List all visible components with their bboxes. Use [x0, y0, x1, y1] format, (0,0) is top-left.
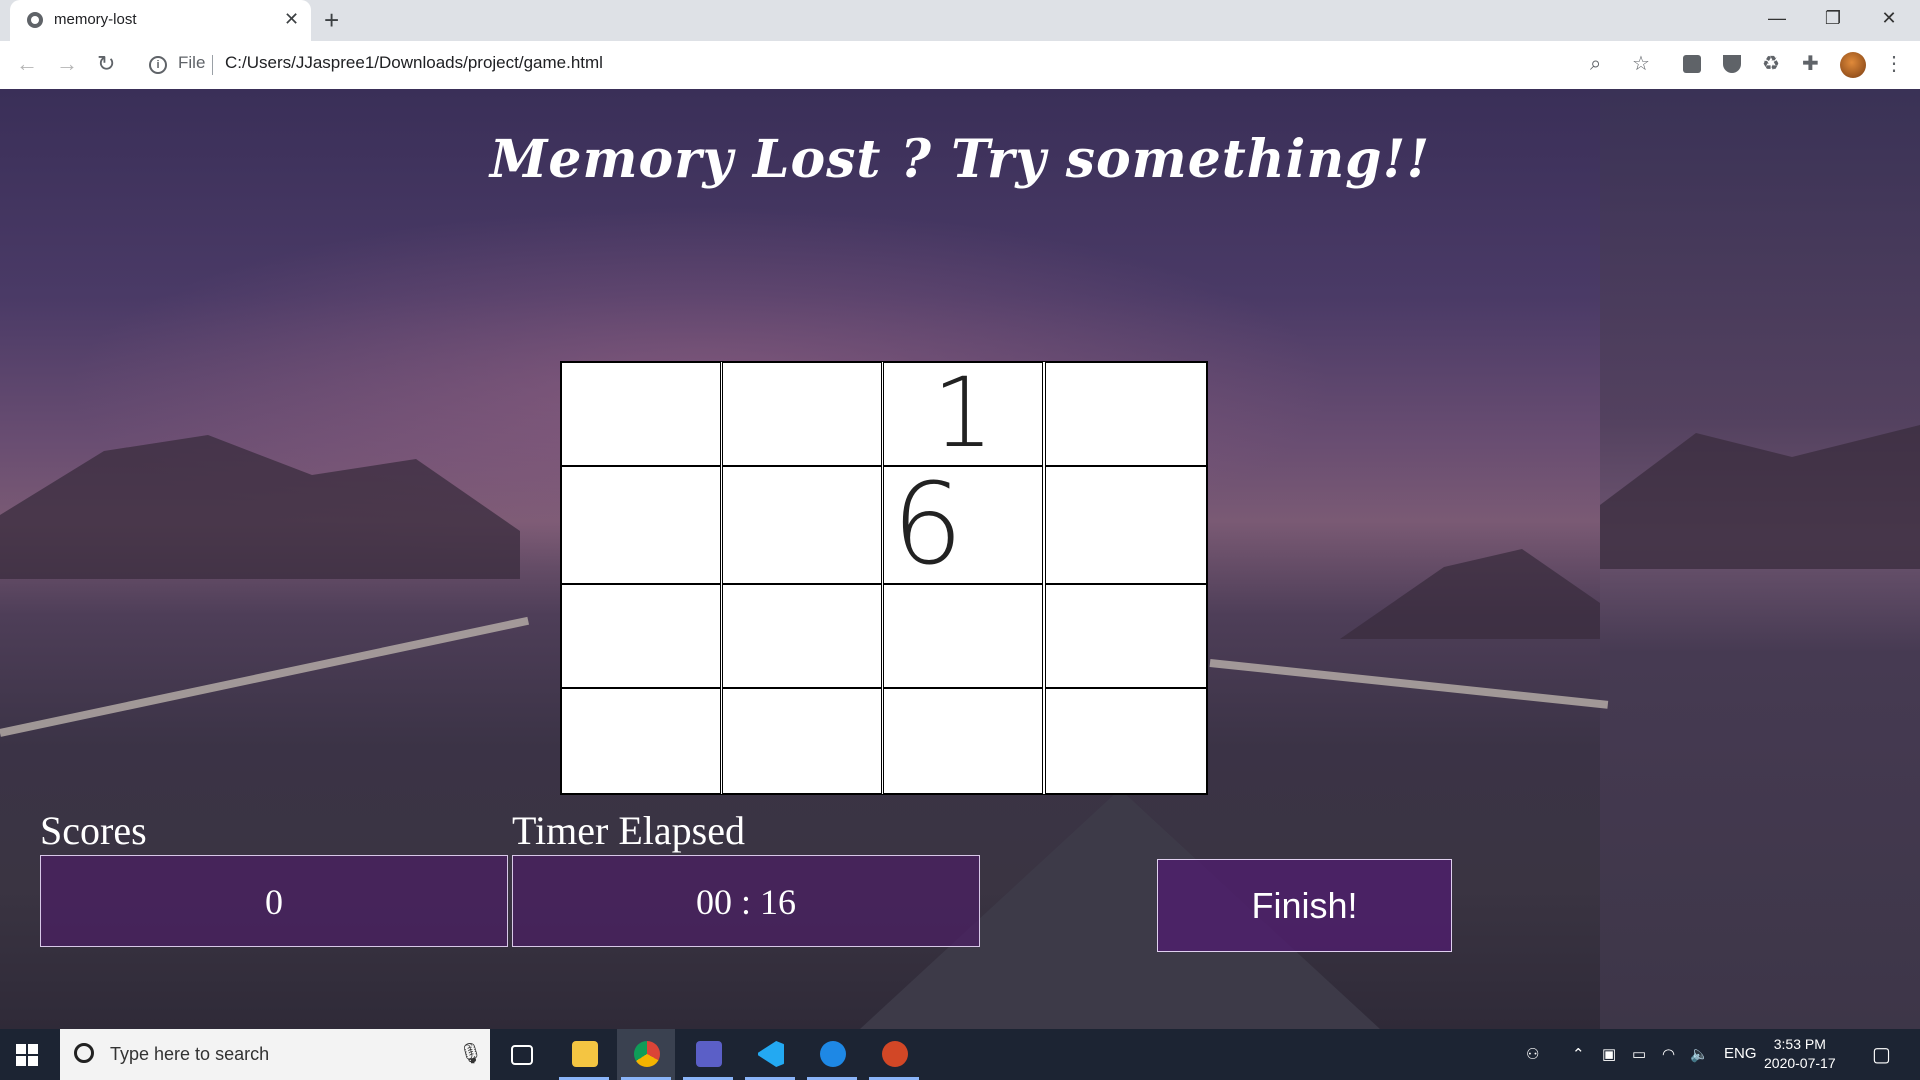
memory-cell[interactable]	[722, 584, 882, 688]
timer-value: 00 : 16	[512, 855, 980, 947]
task-view-icon[interactable]	[492, 1029, 550, 1080]
zoom-icon[interactable]: ⌕	[1590, 52, 1601, 76]
star-icon[interactable]: ☆	[1632, 52, 1650, 76]
guard-rail-right	[1209, 659, 1609, 709]
maximize-button[interactable]: ❐	[1805, 0, 1861, 36]
browser-toolbar: ← → ↻ i File C:/Users/JJaspree1/Download…	[0, 41, 1920, 90]
system-clock[interactable]: 3:53 PM 2020-07-17	[1764, 1035, 1836, 1073]
memory-cell[interactable]	[722, 362, 882, 466]
vscode-icon[interactable]	[741, 1029, 799, 1080]
puzzle-icon[interactable]: ✚	[1802, 52, 1819, 76]
tab-strip: memory-lost ✕ + — ❐ ✕	[0, 0, 1920, 41]
memory-cell[interactable]	[1045, 688, 1207, 794]
browser-tab[interactable]: memory-lost ✕	[10, 0, 311, 41]
game-page: Memory Lost ? Try something!! 1 6 Scores…	[0, 89, 1920, 1029]
tab-close-icon[interactable]: ✕	[284, 9, 299, 29]
language-indicator[interactable]: ENG	[1724, 1045, 1757, 1062]
memory-cell[interactable]	[561, 362, 721, 466]
url-scheme: File	[178, 53, 206, 72]
minimize-button[interactable]: —	[1749, 0, 1805, 36]
scores-label: Scores	[40, 808, 147, 853]
chevron-up-icon[interactable]: ⌃	[1572, 1045, 1585, 1063]
memory-cell[interactable]: 6	[883, 466, 1043, 584]
address-bar[interactable]: C:/Users/JJaspree1/Downloads/project/gam…	[225, 53, 603, 73]
search-placeholder: Type here to search	[110, 1044, 270, 1064]
taskbar-search[interactable]: Type here to search 🎙	[60, 1029, 490, 1080]
file-explorer-icon[interactable]	[555, 1029, 613, 1080]
tab-title: memory-lost	[54, 11, 137, 28]
volume-icon[interactable]: 🔈	[1690, 1045, 1709, 1063]
notifications-icon[interactable]: ▢	[1872, 1042, 1891, 1067]
teams-icon[interactable]	[679, 1029, 737, 1080]
memory-cell[interactable]	[1045, 584, 1207, 688]
memory-cell[interactable]	[722, 688, 882, 794]
address-separator	[212, 55, 213, 75]
powerpoint-icon[interactable]	[865, 1029, 923, 1080]
scores-value: 0	[40, 855, 508, 947]
clock-time: 3:53 PM	[1773, 1036, 1826, 1052]
forward-button[interactable]: →	[56, 50, 78, 78]
memory-cell[interactable]: 1	[883, 362, 1043, 466]
recycle-icon[interactable]: ♻	[1762, 52, 1780, 76]
profile-avatar[interactable]	[1840, 52, 1866, 78]
memory-cell[interactable]	[561, 466, 721, 584]
memory-cell[interactable]	[1045, 466, 1207, 584]
new-tab-button[interactable]: +	[324, 5, 339, 35]
memory-cell[interactable]	[561, 688, 721, 794]
site-info-icon[interactable]: i	[149, 56, 167, 74]
clock-date: 2020-07-17	[1764, 1055, 1836, 1071]
cell-number: 6	[892, 460, 964, 590]
memory-board: 1 6	[560, 361, 1208, 795]
close-window-button[interactable]: ✕	[1861, 0, 1917, 36]
memory-cell[interactable]	[1045, 362, 1207, 466]
finish-button[interactable]: Finish!	[1157, 859, 1452, 952]
chrome-icon[interactable]	[617, 1029, 675, 1080]
memory-cell[interactable]	[883, 584, 1043, 688]
timer-label: Timer Elapsed	[512, 808, 745, 853]
background-hill	[1340, 549, 1600, 639]
cortana-icon	[74, 1043, 94, 1063]
guard-rail	[0, 616, 530, 737]
page-title: Memory Lost ? Try something!!	[489, 129, 1431, 190]
taskbar: Type here to search 🎙 ⚇ ⌃ ▣ ▭ ◠ 🔈 ENG 3:…	[0, 1029, 1920, 1080]
globe-icon	[27, 12, 43, 28]
people-icon[interactable]: ⚇	[1526, 1045, 1539, 1063]
menu-icon[interactable]: ⋮	[1884, 52, 1904, 76]
cell-number: 1	[932, 357, 994, 469]
background-mountains	[0, 435, 520, 579]
battery-icon[interactable]: ▭	[1632, 1045, 1646, 1063]
memory-cell[interactable]	[883, 688, 1043, 794]
shield-icon[interactable]	[1723, 55, 1741, 73]
memory-cell[interactable]	[722, 466, 882, 584]
microphone-icon[interactable]: 🎙	[458, 1041, 483, 1066]
reload-button[interactable]: ↻	[97, 50, 115, 78]
security-icon[interactable]: ▣	[1602, 1045, 1616, 1063]
memory-cell[interactable]	[561, 584, 721, 688]
back-button[interactable]: ←	[16, 50, 38, 78]
extension-icon[interactable]	[1683, 55, 1701, 73]
wifi-icon[interactable]: ◠	[1662, 1045, 1675, 1063]
edge-icon[interactable]	[803, 1029, 861, 1080]
windows-start-icon[interactable]	[16, 1044, 38, 1066]
